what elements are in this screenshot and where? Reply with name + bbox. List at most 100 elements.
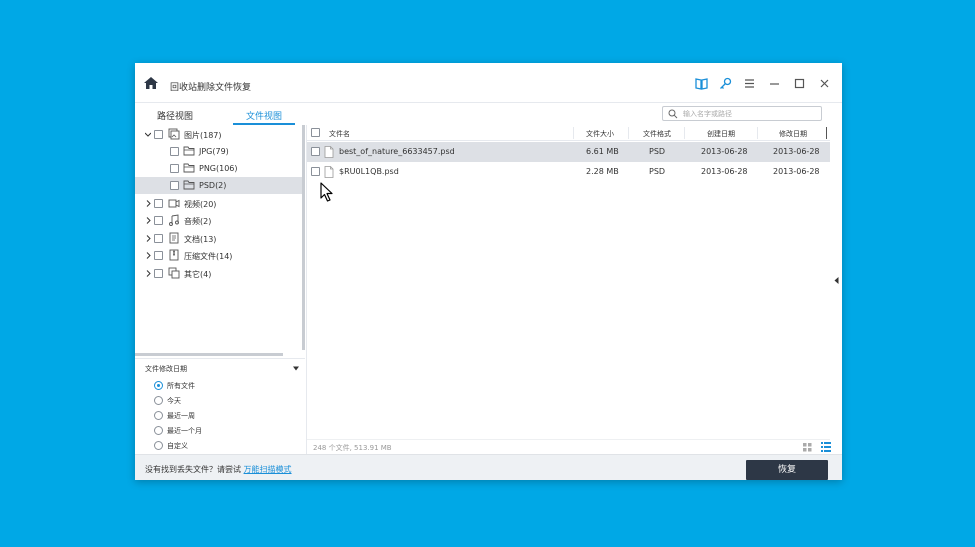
tree-item-label: 压缩文件(14)	[184, 252, 233, 261]
book-icon[interactable]	[695, 77, 708, 90]
tree-item-archives[interactable]: 压缩文件(14)	[135, 247, 303, 264]
chevron-right-icon[interactable]	[145, 270, 151, 277]
chevron-down-icon[interactable]	[145, 131, 151, 138]
checkbox[interactable]	[154, 130, 163, 139]
document-icon	[169, 232, 179, 244]
deep-scan-link[interactable]: 万能扫描模式	[244, 465, 292, 474]
maximize-icon[interactable]	[793, 77, 806, 90]
footer-bar: 没有找到丢失文件？请尝试 万能扫描模式 恢复	[135, 454, 842, 480]
date-filter-panel: 文件修改日期 所有文件 今天 最近一周 最近一个月 自定义	[135, 358, 305, 453]
title-bar: 回收站删除文件恢复	[135, 63, 842, 103]
column-header-created[interactable]: 创建日期	[707, 129, 735, 139]
column-separator[interactable]	[757, 127, 758, 139]
tree-item-audio[interactable]: 音频(2)	[135, 212, 303, 229]
table-row[interactable]: best_of_nature_6633457.psd 6.61 MB PSD 2…	[307, 142, 830, 162]
tab-file-view[interactable]: 文件视图	[246, 109, 282, 122]
modified-date: 2013-06-28	[773, 147, 820, 156]
close-icon[interactable]	[818, 77, 831, 90]
filter-option-today[interactable]: 今天	[154, 395, 294, 407]
tree-item-png[interactable]: PNG(106)	[135, 160, 303, 177]
column-header-name[interactable]: 文件名	[329, 129, 350, 139]
app-window: 回收站删除文件恢复 路径视图 文件视图 输入名字或路径 图片(187) JPG(…	[135, 63, 842, 480]
column-separator[interactable]	[628, 127, 629, 139]
tab-path-view[interactable]: 路径视图	[157, 109, 193, 122]
column-header-modified[interactable]: 修改日期	[779, 129, 807, 139]
tree-item-video[interactable]: 视频(20)	[135, 195, 303, 212]
radio-label: 今天	[167, 397, 181, 405]
tree-horizontal-scrollbar[interactable]	[135, 353, 283, 356]
file-icon	[324, 146, 334, 158]
chevron-right-icon[interactable]	[145, 235, 151, 242]
other-icon	[168, 267, 180, 279]
checkbox[interactable]	[170, 147, 179, 156]
grid-view-icon[interactable]	[803, 443, 812, 452]
checkbox[interactable]	[154, 251, 163, 260]
tree-item-documents[interactable]: 文档(13)	[135, 230, 303, 247]
image-folder-icon	[168, 128, 180, 140]
chevron-right-icon[interactable]	[145, 252, 151, 259]
created-date: 2013-06-28	[701, 147, 748, 156]
row-checkbox[interactable]	[311, 147, 320, 156]
checkbox[interactable]	[154, 269, 163, 278]
radio-label: 自定义	[167, 442, 188, 450]
checkbox[interactable]	[170, 164, 179, 173]
caret-left-icon[interactable]	[834, 277, 839, 284]
checkbox[interactable]	[154, 199, 163, 208]
radio-button[interactable]	[154, 426, 163, 435]
tree-item-images[interactable]: 图片(187)	[135, 126, 303, 143]
filter-option-custom[interactable]: 自定义	[154, 440, 294, 452]
list-view-icon[interactable]	[821, 442, 831, 452]
checkbox[interactable]	[154, 234, 163, 243]
window-title: 回收站删除文件恢复	[170, 83, 252, 93]
file-count-status: 248 个文件, 513.91 MB	[313, 444, 392, 452]
chevron-right-icon[interactable]	[145, 200, 151, 207]
search-box	[662, 106, 822, 121]
tree-item-label: 其它(4)	[184, 270, 212, 279]
tree-item-psd[interactable]: PSD(2)	[135, 177, 303, 194]
chevron-right-icon[interactable]	[145, 217, 151, 224]
filter-option-week[interactable]: 最近一周	[154, 410, 294, 422]
tree-item-label: 视频(20)	[184, 200, 217, 209]
filter-option-all[interactable]: 所有文件	[154, 380, 294, 392]
tree-item-label: PNG(106)	[199, 164, 238, 173]
tree-item-label: 图片(187)	[184, 131, 222, 140]
file-table: 文件名 文件大小 文件格式 创建日期 修改日期 best_of_nature_6…	[307, 125, 830, 438]
folder-icon	[183, 146, 195, 156]
tree-item-label: PSD(2)	[199, 181, 227, 190]
folder-icon	[183, 180, 195, 190]
chevron-down-icon[interactable]	[293, 366, 299, 371]
preview-panel-toggle[interactable]	[831, 125, 842, 454]
file-name: $RU0L1QB.psd	[339, 167, 399, 176]
select-all-checkbox[interactable]	[311, 128, 320, 137]
row-checkbox[interactable]	[311, 167, 320, 176]
tree-item-jpg[interactable]: JPG(79)	[135, 143, 303, 160]
column-header-size[interactable]: 文件大小	[586, 129, 614, 139]
tree-item-label: 音频(2)	[184, 217, 212, 226]
radio-button[interactable]	[154, 441, 163, 450]
menu-icon[interactable]	[743, 77, 756, 90]
search-input[interactable]	[683, 108, 818, 119]
radio-button[interactable]	[154, 396, 163, 405]
archive-icon	[169, 249, 179, 261]
column-menu-handle[interactable]	[826, 127, 827, 139]
checkbox[interactable]	[154, 216, 163, 225]
filter-option-month[interactable]: 最近一个月	[154, 425, 294, 437]
tree-item-label: JPG(79)	[199, 147, 229, 156]
radio-button[interactable]	[154, 381, 163, 390]
radio-label: 所有文件	[167, 382, 195, 390]
key-icon[interactable]	[719, 77, 732, 90]
checkbox[interactable]	[170, 181, 179, 190]
column-header-format[interactable]: 文件格式	[643, 129, 671, 139]
tree-item-other[interactable]: 其它(4)	[135, 265, 303, 282]
minimize-icon[interactable]	[768, 77, 781, 90]
tree-vertical-scrollbar[interactable]	[302, 125, 305, 350]
radio-button[interactable]	[154, 411, 163, 420]
home-icon[interactable]	[144, 77, 158, 89]
recover-button[interactable]: 恢复	[746, 460, 828, 480]
column-separator[interactable]	[573, 127, 574, 139]
search-icon	[668, 109, 678, 119]
column-separator[interactable]	[684, 127, 685, 139]
table-row[interactable]: $RU0L1QB.psd 2.28 MB PSD 2013-06-28 2013…	[307, 162, 830, 182]
file-size: 2.28 MB	[586, 167, 619, 176]
file-size: 6.61 MB	[586, 147, 619, 156]
